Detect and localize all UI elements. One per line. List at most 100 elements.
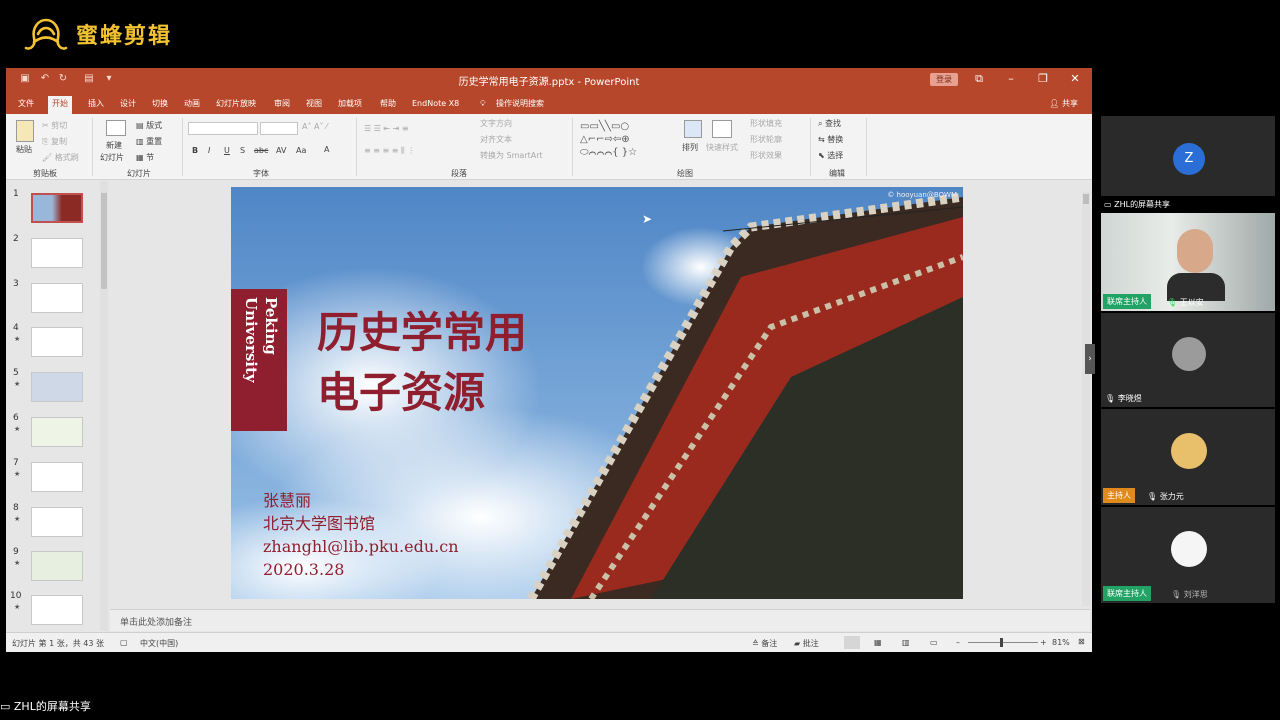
normal-view-icon[interactable] xyxy=(844,636,860,649)
comments-button[interactable]: ▰ 批注 xyxy=(794,638,819,649)
scroll-thumb[interactable] xyxy=(1083,194,1089,204)
format-painter-button[interactable]: 🖌︎ 格式刷 xyxy=(42,152,79,163)
zoom-out-icon[interactable]: – xyxy=(956,638,960,647)
char-spacing-button[interactable]: AV xyxy=(276,146,286,155)
avatar xyxy=(1171,433,1207,469)
tab-transitions[interactable]: 切换 xyxy=(148,96,172,112)
align-icons[interactable]: ≡ ≡ ≡ ≡ ⫼ ⋮ xyxy=(364,146,415,156)
align-text-button[interactable]: 对齐文本 xyxy=(480,134,512,145)
paste-button[interactable]: 粘贴 xyxy=(16,144,32,155)
bold-button[interactable]: B xyxy=(192,146,198,155)
shape-effects-button[interactable]: 形状效果 xyxy=(750,150,782,161)
panel-collapse-arrow-icon[interactable]: › xyxy=(1085,344,1095,374)
text-direction-button[interactable]: 文字方向 xyxy=(480,118,512,129)
cut-button[interactable]: ✂︎ 剪切 xyxy=(42,120,67,131)
font-family-dropdown[interactable] xyxy=(188,122,258,135)
tab-endnote[interactable]: EndNote X8 xyxy=(408,96,463,112)
slide-thumbnail[interactable] xyxy=(31,238,83,268)
tab-animations[interactable]: 动画 xyxy=(180,96,204,112)
underline-button[interactable]: U xyxy=(224,146,230,155)
slide-thumbnail[interactable] xyxy=(31,507,83,537)
participant-video-tile[interactable]: 联席主持人 🎙︎ 王以安 xyxy=(1101,213,1275,311)
participant-tile[interactable]: 主持人 🎙︎ 张力元 xyxy=(1101,409,1275,505)
slide-canvas[interactable]: Peking University 历史学常用 电子资源 张慧丽 北京大学图书馆… xyxy=(231,187,963,599)
replace-button[interactable]: ⇆ 替换 xyxy=(818,134,843,145)
new-slide-button[interactable]: 新建 xyxy=(106,140,122,151)
notes-button[interactable]: ≙ 备注 xyxy=(752,638,777,649)
tab-insert[interactable]: 插入 xyxy=(84,96,108,112)
slide-thumbnail[interactable] xyxy=(31,551,83,581)
zoom-level[interactable]: 81% xyxy=(1052,638,1070,647)
arrange-icon[interactable] xyxy=(684,120,702,138)
shapes-gallery[interactable]: ▭▭╲╲▭○ △⌐⌐⇨⇦⊕ ⬭⌒⌒⌒{ }☆ xyxy=(580,120,664,162)
tab-review[interactable]: 审阅 xyxy=(270,96,294,112)
convert-smartart-button[interactable]: 转换为 SmartArt xyxy=(480,150,543,161)
participant-name: 🎙︎ 张力元 xyxy=(1147,491,1184,502)
shape-outline-button[interactable]: 形状轮廓 xyxy=(750,134,782,145)
shape-fill-button[interactable]: 形状填充 xyxy=(750,118,782,129)
participant-tile[interactable]: 联席主持人 🎙︎ 刘洋思 xyxy=(1101,507,1275,603)
grow-font-icon[interactable]: A˄ A˅ ⁄ xyxy=(302,122,327,131)
new-slide-button-line2[interactable]: 幻灯片 xyxy=(100,152,124,163)
reset-button[interactable]: ▥ 重置 xyxy=(136,136,162,147)
slideshow-icon[interactable]: ▭ xyxy=(930,638,938,647)
tab-slideshow[interactable]: 幻灯片放映 xyxy=(212,96,260,112)
title-bar: ▣ ↶ ↻ ▤ ▾ 历史学常用电子资源.pptx - PowerPoint 登录… xyxy=(6,68,1092,92)
slide-thumbnail[interactable] xyxy=(31,417,83,447)
slide-thumbnail-selected[interactable] xyxy=(31,193,83,223)
layout-button[interactable]: ▤ 版式 xyxy=(136,120,162,131)
close-icon[interactable]: ✕ xyxy=(1064,71,1086,87)
person-icon: 👤︎ xyxy=(1049,99,1062,108)
font-color-button[interactable]: A xyxy=(324,145,329,154)
strikethrough-button[interactable]: abc xyxy=(254,146,268,155)
slide-title-line1: 历史学常用 xyxy=(317,308,528,357)
tab-home[interactable]: 开始 xyxy=(48,96,72,114)
zoom-slider-thumb[interactable] xyxy=(1000,638,1003,647)
change-case-button[interactable]: Aa xyxy=(296,146,306,155)
tell-me-search[interactable]: 操作说明搜索 xyxy=(492,96,548,112)
minimize-icon[interactable]: – xyxy=(1000,71,1022,87)
font-size-dropdown[interactable] xyxy=(260,122,298,135)
tab-design[interactable]: 设计 xyxy=(116,96,140,112)
restore-icon[interactable]: ❐ xyxy=(1032,71,1054,87)
fit-slide-icon[interactable]: ⊠ xyxy=(1078,637,1085,646)
participant-tile[interactable]: Z xyxy=(1101,116,1275,196)
find-button[interactable]: ⌕ 查找 xyxy=(818,118,841,129)
notes-pane[interactable]: 单击此处添加备注 xyxy=(110,609,1090,631)
italic-button[interactable]: I xyxy=(208,146,210,155)
tab-addins[interactable]: 加载项 xyxy=(334,96,366,112)
slide-thumbnail[interactable] xyxy=(31,595,83,625)
arrange-button[interactable]: 排列 xyxy=(682,142,698,153)
reading-view-icon[interactable]: ▥ xyxy=(902,638,910,647)
thumbnails-scrollbar[interactable] xyxy=(100,181,108,631)
slide-thumbnail[interactable] xyxy=(31,283,83,313)
new-slide-icon[interactable] xyxy=(106,120,126,136)
paste-icon[interactable] xyxy=(16,120,34,142)
login-button[interactable]: 登录 xyxy=(930,73,958,86)
quick-styles-button[interactable]: 快速样式 xyxy=(706,142,738,153)
select-button[interactable]: ⬉ 选择 xyxy=(818,150,843,161)
slide-sorter-icon[interactable]: ▦ xyxy=(874,638,882,647)
tab-file[interactable]: 文件 xyxy=(14,96,38,112)
language[interactable]: 中文(中国) xyxy=(140,638,178,649)
spellcheck-icon[interactable]: ▢ xyxy=(120,638,128,647)
editor-scrollbar[interactable] xyxy=(1082,192,1090,606)
participant-tile[interactable]: 🎙︎ 李晓煜 xyxy=(1101,313,1275,407)
ribbon-display-icon[interactable]: ⧉ xyxy=(968,71,990,87)
slide-thumbnail[interactable] xyxy=(31,327,83,357)
tab-help[interactable]: 帮助 xyxy=(376,96,400,112)
zoom-in-icon[interactable]: + xyxy=(1040,638,1047,647)
section-button[interactable]: ▦ 节 xyxy=(136,152,154,163)
slide-count: 幻灯片 第 1 张，共 43 张 xyxy=(12,639,104,648)
quick-styles-icon[interactable] xyxy=(712,120,732,138)
copy-button[interactable]: ⎘ 复制 xyxy=(42,136,67,147)
shadow-button[interactable]: S xyxy=(240,146,245,155)
status-bar: 幻灯片 第 1 张，共 43 张 ▢ 中文(中国) ≙ 备注 ▰ 批注 ▦ ▥ … xyxy=(6,632,1092,652)
tab-view[interactable]: 视图 xyxy=(302,96,326,112)
share-button[interactable]: 👤︎ 共享 xyxy=(1049,96,1078,112)
scroll-thumb[interactable] xyxy=(101,193,107,289)
bullets-icon[interactable]: ☰ ☰ ⇤ ⇥ ≡ xyxy=(364,124,409,133)
zoom-slider[interactable] xyxy=(968,638,1038,647)
slide-thumbnail[interactable] xyxy=(31,462,83,492)
slide-thumbnail[interactable] xyxy=(31,372,83,402)
